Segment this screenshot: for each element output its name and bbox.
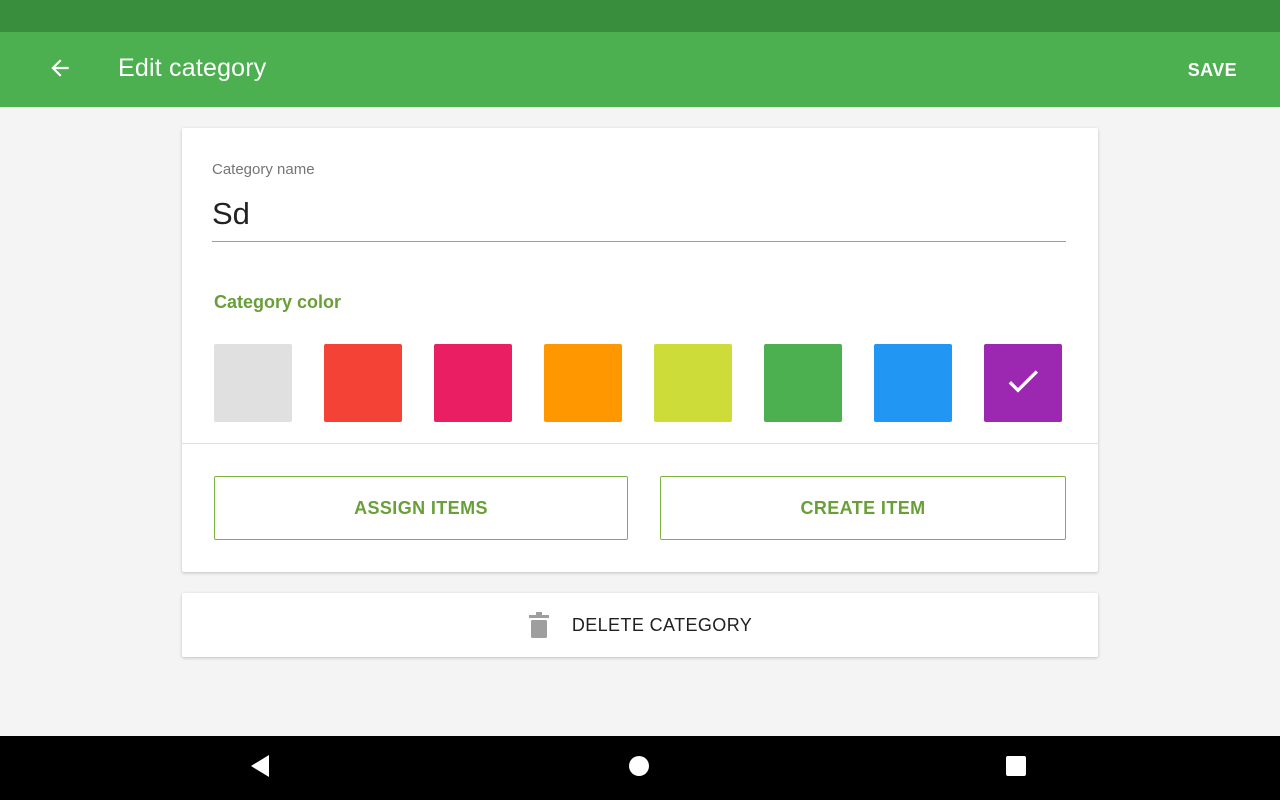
- color-swatch-purple[interactable]: [984, 344, 1062, 422]
- page-title: Edit category: [118, 54, 267, 82]
- trash-icon: [528, 612, 550, 638]
- nav-home-icon: [628, 755, 650, 782]
- color-swatch-green[interactable]: [764, 344, 842, 422]
- category-form-card: Category name Category color ASSIGN ITEM…: [182, 128, 1098, 572]
- card-divider: [182, 443, 1098, 444]
- color-swatch-lime[interactable]: [654, 344, 732, 422]
- app-bar: Edit category SAVE: [0, 32, 1280, 107]
- category-color-heading: Category color: [214, 292, 342, 312]
- color-swatch-pink[interactable]: [434, 344, 512, 422]
- nav-recents-icon: [1005, 755, 1027, 782]
- category-name-input[interactable]: [212, 186, 1066, 242]
- nav-back-icon: [249, 754, 271, 783]
- category-name-label: Category name: [212, 161, 315, 178]
- system-navigation-bar: [0, 736, 1280, 800]
- save-button[interactable]: SAVE: [1188, 60, 1237, 81]
- color-swatch-red[interactable]: [324, 344, 402, 422]
- delete-category-content: DELETE CATEGORY: [528, 612, 752, 638]
- delete-category-label: DELETE CATEGORY: [571, 614, 753, 635]
- check-icon: [1003, 361, 1043, 406]
- delete-category-button[interactable]: DELETE CATEGORY: [182, 593, 1098, 657]
- create-item-button[interactable]: CREATE ITEM: [660, 476, 1066, 540]
- nav-back-button[interactable]: [236, 744, 284, 792]
- color-swatch-grey[interactable]: [214, 344, 292, 422]
- status-bar: [0, 0, 1280, 32]
- color-swatch-row: [214, 344, 1064, 422]
- back-button[interactable]: [36, 46, 84, 94]
- assign-items-button[interactable]: ASSIGN ITEMS: [214, 476, 628, 540]
- nav-home-button[interactable]: [615, 744, 663, 792]
- color-swatch-orange[interactable]: [544, 344, 622, 422]
- arrow-back-icon: [47, 55, 73, 86]
- nav-recents-button[interactable]: [992, 744, 1040, 792]
- color-swatch-blue[interactable]: [874, 344, 952, 422]
